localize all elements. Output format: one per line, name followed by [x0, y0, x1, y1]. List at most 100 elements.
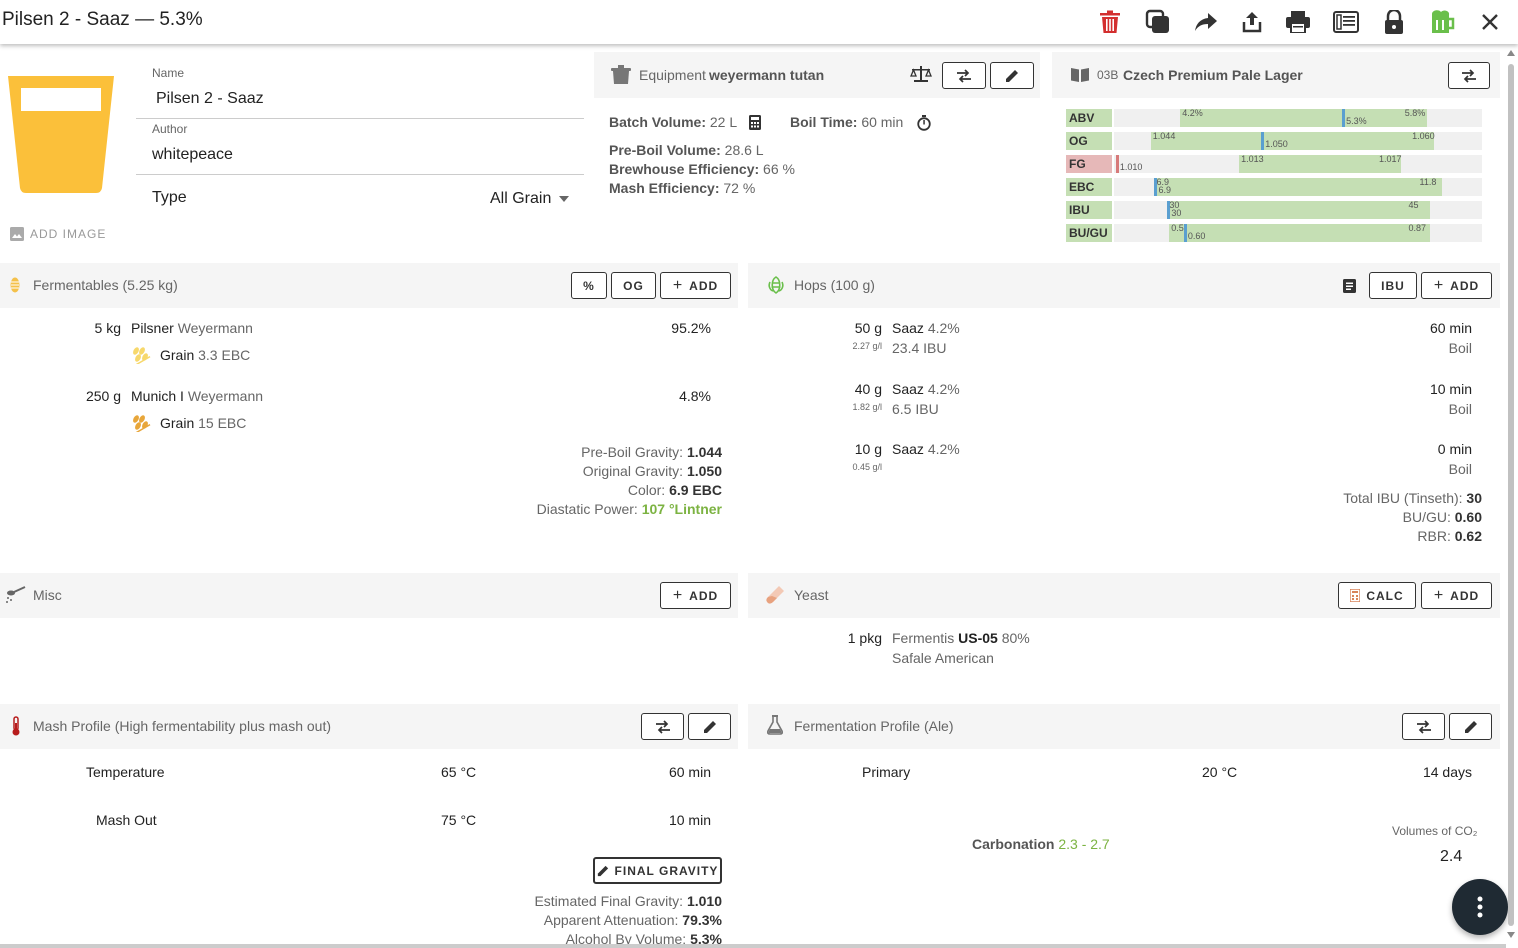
edit-equipment-button[interactable] [990, 62, 1034, 89]
beer-mug-icon[interactable] [1428, 8, 1456, 36]
og-button[interactable]: OG [611, 272, 656, 299]
balance-scale-icon[interactable] [910, 65, 932, 83]
style-value-marker [1261, 132, 1265, 150]
style-param-name: EBC [1066, 178, 1112, 196]
beer-glass-image[interactable] [8, 76, 114, 194]
style-row-og: OG 1.044 1.060 1.050 [1066, 131, 1482, 150]
style-range-fill [1167, 201, 1431, 219]
percent-button[interactable]: % [571, 272, 607, 299]
style-max-label: 5.8% [1404, 108, 1426, 118]
add-fermentable-button[interactable]: + ADD [660, 272, 731, 299]
style-param-name: IBU [1066, 201, 1112, 219]
share-arrow-icon[interactable] [1192, 8, 1220, 36]
co2-volumes-input[interactable]: 2.4 [1440, 848, 1462, 866]
style-param-name: ABV [1066, 109, 1112, 127]
add-misc-button[interactable]: + ADD [660, 582, 731, 609]
equipment-label: Equipment [639, 67, 706, 83]
original-gravity: Original Gravity: 1.050 [582, 463, 722, 479]
carbonation: Carbonation 2.3 - 2.7 [972, 836, 1110, 852]
type-select[interactable]: All Grain [490, 190, 570, 208]
add-yeast-button[interactable]: + ADD [1421, 582, 1492, 609]
style-row-abv: ABV 4.2% 5.8% 5.3% [1066, 108, 1482, 127]
style-range-fill [1150, 132, 1435, 150]
hop-time: 10 min [1429, 381, 1472, 397]
style-row-ibu: IBU 30 45 30 [1066, 200, 1482, 219]
swap-icon [1416, 719, 1431, 734]
plus-icon: + [672, 276, 684, 294]
hop-name[interactable]: Saaz 4.2% [892, 320, 960, 336]
style-value-label: 0.60 [1187, 231, 1206, 241]
print-icon[interactable] [1284, 8, 1312, 36]
fermentable-amount: 5 kg [94, 320, 121, 336]
stopwatch-icon[interactable] [917, 115, 931, 131]
yeast-name[interactable]: Fermentis US-05 80% [892, 630, 1030, 646]
page-scrollbar[interactable] [1506, 50, 1516, 940]
hop-amount: 40 g [854, 381, 882, 397]
hop-ibu: 23.4 IBU [892, 340, 947, 356]
notes-icon[interactable] [1343, 279, 1356, 293]
style-value-marker [1183, 224, 1187, 242]
top-app-bar: Pilsen 2 - Saaz — 5.3% [0, 0, 1518, 44]
trash-icon[interactable] [1096, 8, 1124, 36]
edit-mash-button[interactable] [688, 713, 731, 740]
mash-step-name[interactable]: Temperature [86, 764, 165, 780]
name-input[interactable]: Pilsen 2 - Saaz [156, 90, 264, 108]
fermentation-title: Fermentation Profile (Ale) [794, 718, 954, 734]
style-min-label: 1.044 [1152, 131, 1176, 141]
style-row-fg: FG 1.013 1.017 1.010 [1066, 154, 1482, 173]
hop-use: Boil [1448, 340, 1472, 356]
preboil-gravity: Pre-Boil Gravity: 1.044 [581, 444, 722, 460]
horizontal-scrollbar[interactable] [0, 944, 1506, 948]
copy-icon[interactable] [1144, 8, 1172, 36]
add-image-button[interactable]: ADD IMAGE [10, 227, 106, 241]
author-input[interactable]: whitepeace [152, 146, 233, 164]
mash-step-name[interactable]: Mash Out [96, 812, 157, 828]
swap-style-button[interactable] [1448, 62, 1490, 89]
add-hop-button[interactable]: + ADD [1421, 272, 1492, 299]
bu-gu: BU/GU: 0.60 [1402, 509, 1482, 525]
swap-icon [655, 719, 670, 734]
calc-yeast-button[interactable]: CALC [1338, 582, 1416, 609]
mash-title: Mash Profile (High fermentability plus m… [33, 718, 332, 734]
swap-mash-button[interactable] [641, 713, 684, 740]
fermentation-step-temp: 20 °C [1202, 764, 1238, 780]
mash-step-time: 60 min [668, 764, 711, 780]
beer-color: Color: 6.9 EBC [627, 482, 722, 498]
edit-fermentation-button[interactable] [1449, 713, 1492, 740]
style-range-track: 1.013 1.017 1.010 [1114, 154, 1482, 173]
final-gravity-button[interactable]: FINAL GRAVITY [593, 857, 722, 884]
swap-equipment-button[interactable] [942, 62, 986, 89]
hop-time: 0 min [1437, 441, 1472, 457]
style-max-label: 1.060 [1412, 131, 1435, 141]
pencil-icon [1464, 720, 1477, 733]
style-name: Czech Premium Pale Lager [1123, 67, 1303, 83]
hop-rate: 2.27 g/l [852, 341, 882, 351]
style-range-fill [1180, 109, 1427, 127]
ibu-button[interactable]: IBU [1369, 272, 1417, 299]
yeast-product: Safale American [892, 650, 994, 666]
newspaper-icon[interactable] [1332, 8, 1360, 36]
hop-icon [768, 276, 784, 294]
fermentation-step-name[interactable]: Primary [862, 764, 910, 780]
swap-fermentation-button[interactable] [1402, 713, 1445, 740]
boil-time: Boil Time: 60 min [790, 114, 904, 130]
close-icon[interactable] [1476, 8, 1504, 36]
fermentable-name[interactable]: Pilsner Weyermann [131, 320, 253, 336]
lock-icon[interactable] [1380, 8, 1408, 36]
hop-name[interactable]: Saaz 4.2% [892, 381, 960, 397]
estimated-final-gravity: Estimated Final Gravity: 1.010 [534, 893, 722, 909]
fermentable-name[interactable]: Munich I Weyermann [131, 388, 263, 404]
style-range-fill [1169, 224, 1431, 242]
misc-title: Misc [33, 587, 62, 603]
pot-icon [611, 65, 631, 84]
open-book-icon [1071, 68, 1089, 82]
upload-icon[interactable] [1238, 8, 1266, 36]
style-range-track: 4.2% 5.8% 5.3% [1114, 108, 1482, 127]
more-vertical-icon [1477, 896, 1483, 918]
hop-name[interactable]: Saaz 4.2% [892, 441, 960, 457]
batch-volume: Batch Volume: 22 L [609, 114, 738, 130]
author-label: Author [152, 122, 188, 136]
pencil-icon [1006, 69, 1018, 82]
more-actions-button[interactable] [1452, 879, 1508, 935]
calculator-icon[interactable] [749, 115, 761, 130]
